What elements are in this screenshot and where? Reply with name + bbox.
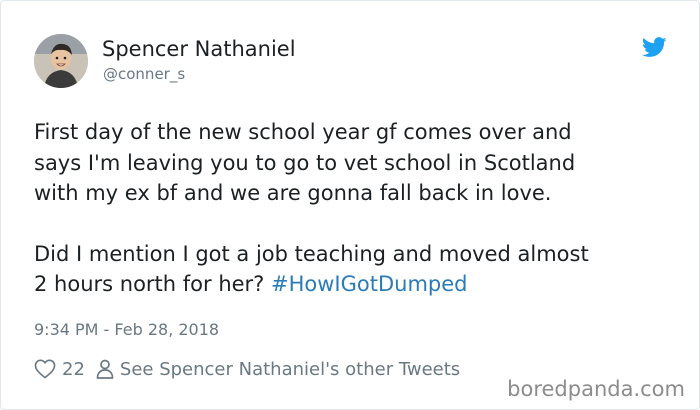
timestamp[interactable]: 9:34 PM - Feb 28, 2018 (34, 320, 219, 340)
avatar[interactable] (34, 34, 88, 88)
twitter-bird-icon[interactable] (641, 37, 667, 58)
tweet-line: says I'm leaving you to go to vet school… (34, 150, 576, 175)
heart-icon[interactable] (34, 359, 56, 379)
person-icon[interactable] (96, 359, 114, 379)
tweet-line: 2 hours north for her? #HowIGotDumped (34, 269, 684, 300)
like-count[interactable]: 22 (62, 359, 85, 380)
handle[interactable]: @conner_s (103, 65, 185, 83)
tweet-line-text: 2 hours north for her? (34, 272, 265, 296)
tweet-text: First day of the new school year gf come… (34, 117, 684, 300)
hashtag-link[interactable]: #HowIGotDumped (271, 272, 467, 296)
watermark: boredpanda.com (507, 377, 685, 401)
tweet-actions: 22 See Spencer Nathaniel's other Tweets (34, 357, 460, 381)
tweet-line: Did I mention I got a job teaching and m… (34, 241, 589, 266)
tweet-line: with my ex bf and we are gonna fall back… (34, 181, 552, 205)
tweet-card: Spencer Nathaniel @conner_s First day of… (0, 0, 700, 410)
tweet-line: First day of the new school year gf come… (34, 120, 572, 144)
other-tweets-link[interactable]: See Spencer Nathaniel's other Tweets (120, 359, 460, 380)
display-name[interactable]: Spencer Nathaniel (102, 36, 296, 62)
